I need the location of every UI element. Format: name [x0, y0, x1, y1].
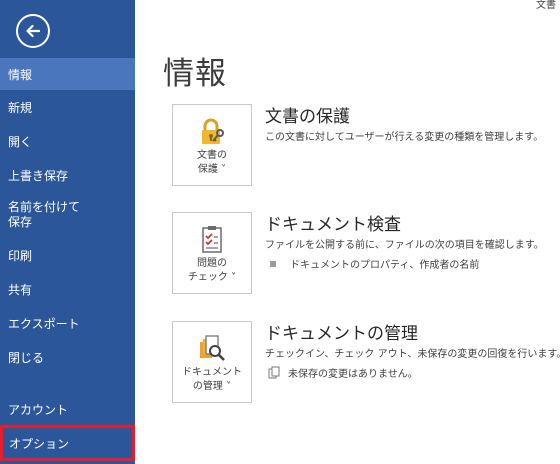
manage-document-status-text: 未保存の変更はありません。 — [288, 369, 418, 380]
manage-document-status: 未保存の変更はありません。 — [268, 365, 418, 380]
nav-export[interactable]: エクスポート — [0, 306, 135, 340]
inspect-document-description: ファイルを公開する前に、ファイルの次の項目を確認します。 — [265, 240, 544, 251]
nav-share-label: 共有 — [8, 282, 33, 297]
protect-document-button[interactable]: 文書の 保護 ˅ — [172, 104, 252, 186]
document-icon — [268, 366, 280, 379]
protect-document-description: この文書に対してユーザーが行える変更の種類を管理します。 — [265, 132, 544, 143]
protect-document-section: 文書の 保護 ˅ 文書の保護 この文書に対してユーザーが行える変更の種類を管理し… — [172, 104, 560, 186]
nav-options[interactable]: オプション — [0, 425, 135, 461]
backstage-nav: 情報 新規 開く 上書き保存 名前を付けて 保存 印刷 共有 エクスポート 閉じ… — [0, 58, 135, 374]
protect-document-button-label: 文書の 保護 ˅ — [197, 150, 227, 175]
bullet-square-icon — [270, 260, 276, 267]
manage-document-button[interactable]: ドキュメント の管理 ˅ — [172, 321, 252, 403]
lock-key-icon — [202, 118, 224, 144]
nav-save-as-label: 名前を付けて 保存 — [8, 200, 81, 229]
manage-document-button-label: ドキュメント の管理 ˅ — [182, 367, 242, 392]
nav-info[interactable]: 情報 — [0, 58, 135, 90]
nav-print-label: 印刷 — [8, 248, 33, 263]
nav-account-label: アカウント — [8, 402, 69, 417]
inspect-document-title: ドキュメント検査 — [265, 215, 401, 235]
backstage-sidebar: 情報 新規 開く 上書き保存 名前を付けて 保存 印刷 共有 エクスポート 閉じ… — [0, 0, 135, 464]
checklist-icon — [202, 226, 222, 253]
nav-options-label: オプション — [9, 436, 70, 451]
nav-save-label: 上書き保存 — [8, 168, 69, 183]
inspect-document-item: ドキュメントのプロパティ、作成者の名前 — [270, 256, 479, 271]
manage-document-section: ドキュメント の管理 ˅ ドキュメントの管理 チェックイン、チェック アウト、未… — [172, 321, 560, 403]
nav-open-label: 開く — [8, 134, 33, 149]
manage-document-description: チェックイン、チェック アウト、未保存の変更の回復を行います。 — [265, 349, 560, 360]
nav-close-label: 閉じる — [8, 350, 45, 365]
nav-new-label: 新規 — [8, 100, 33, 115]
nav-info-label: 情報 — [8, 67, 33, 82]
inspect-document-section: 問題の チェック ˅ ドキュメント検査 ファイルを公開する前に、ファイルの次の項… — [172, 212, 560, 294]
nav-new[interactable]: 新規 — [0, 90, 135, 124]
nav-save-as[interactable]: 名前を付けて 保存 — [0, 192, 135, 238]
nav-open[interactable]: 開く — [0, 124, 135, 158]
window-title-fragment: 文書 — [536, 0, 556, 11]
back-button[interactable] — [16, 14, 50, 48]
check-for-issues-button-label: 問題の チェック ˅ — [187, 258, 237, 283]
backstage-nav-bottom: アカウント — [0, 392, 135, 426]
inspect-document-item-text: ドキュメントのプロパティ、作成者の名前 — [290, 260, 480, 271]
manage-documents-icon — [200, 335, 225, 361]
nav-close[interactable]: 閉じる — [0, 340, 135, 374]
check-for-issues-button[interactable]: 問題の チェック ˅ — [172, 212, 252, 294]
nav-share[interactable]: 共有 — [0, 272, 135, 306]
nav-print[interactable]: 印刷 — [0, 238, 135, 272]
protect-document-title: 文書の保護 — [265, 107, 350, 127]
nav-save[interactable]: 上書き保存 — [0, 158, 135, 192]
page-title: 情報 — [163, 56, 227, 92]
manage-document-title: ドキュメントの管理 — [265, 324, 418, 344]
nav-export-label: エクスポート — [8, 316, 80, 331]
nav-account[interactable]: アカウント — [0, 392, 135, 426]
back-arrow-icon — [26, 24, 41, 38]
